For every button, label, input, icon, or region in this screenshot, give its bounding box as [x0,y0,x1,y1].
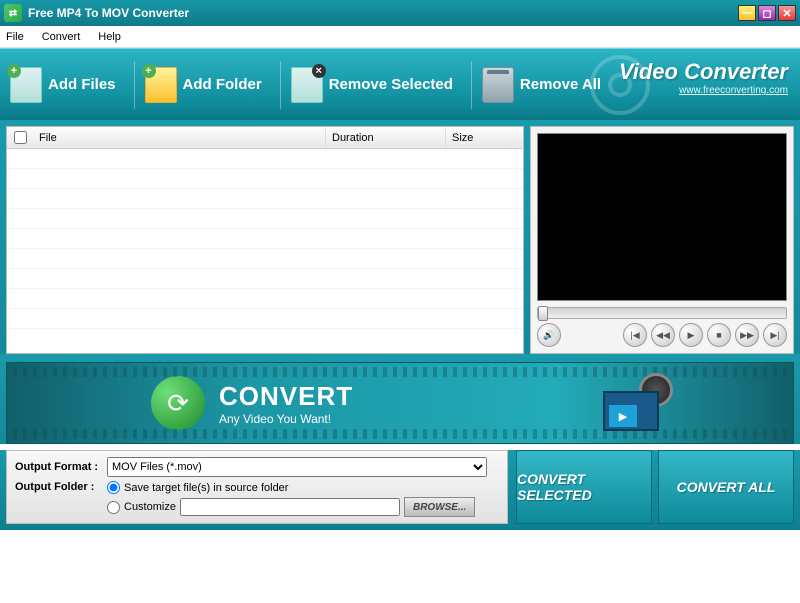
rewind-button[interactable]: ◀◀ [651,323,675,347]
add-folder-icon [145,67,177,103]
file-list-panel: File Duration Size [6,126,524,354]
menu-file[interactable]: File [6,31,24,43]
menubar: File Convert Help [0,26,800,48]
column-file[interactable]: File [33,127,325,148]
banner-subtitle: Any Video You Want! [219,412,353,426]
titlebar: ⇄ Free MP4 To MOV Converter — ◻ ✕ [0,0,800,26]
browse-button[interactable]: BROWSE... [404,497,475,517]
clapper-icon: ▶ [603,373,673,431]
output-format-label: Output Format : [15,461,107,473]
add-folder-label: Add Folder [183,76,262,93]
add-files-label: Add Files [48,76,116,93]
add-files-button[interactable]: Add Files [10,61,116,109]
output-settings: Output Format : MOV Files (*.mov) Output… [6,450,508,524]
banner-title: CONVERT [219,381,353,412]
output-format-select[interactable]: MOV Files (*.mov) [107,457,487,477]
remove-selected-label: Remove Selected [329,76,453,93]
add-folder-button[interactable]: Add Folder [134,61,262,109]
remove-all-button[interactable]: Remove All [471,61,601,109]
next-button[interactable]: ▶| [763,323,787,347]
radio-customize-label: Customize [124,501,176,513]
menu-convert[interactable]: Convert [42,31,81,43]
trash-icon [482,67,514,103]
minimize-button[interactable]: — [738,5,756,21]
column-duration[interactable]: Duration [325,127,445,148]
select-all-checkbox[interactable] [14,131,27,144]
prev-button[interactable]: |◀ [623,323,647,347]
preview-panel: 🔊 |◀ ◀◀ ▶ ■ ▶▶ ▶| [530,126,794,354]
file-list-header: File Duration Size [7,127,523,149]
remove-selected-icon [291,67,323,103]
preview-screen [537,133,787,301]
convert-circle-icon: ⟳ [151,376,205,430]
promo-banner: ⟳ CONVERT Any Video You Want! ▶ [6,362,794,444]
maximize-button[interactable]: ◻ [758,5,776,21]
add-file-icon [10,67,42,103]
close-button[interactable]: ✕ [778,5,796,21]
brand-url[interactable]: www.freeconverting.com [619,85,788,96]
volume-button[interactable]: 🔊 [537,323,561,347]
app-logo-icon: ⇄ [4,4,22,22]
column-size[interactable]: Size [445,127,523,148]
window-title: Free MP4 To MOV Converter [28,6,738,20]
brand-area: Video Converter www.freeconverting.com [619,59,788,96]
brand-title: Video Converter [619,59,788,85]
radio-source-folder[interactable] [107,481,120,494]
convert-selected-button[interactable]: CONVERT SELECTED [516,450,652,524]
stop-button[interactable]: ■ [707,323,731,347]
seek-slider[interactable] [537,307,787,319]
file-list-body[interactable] [7,149,523,353]
play-button[interactable]: ▶ [679,323,703,347]
remove-all-label: Remove All [520,76,601,93]
forward-button[interactable]: ▶▶ [735,323,759,347]
menu-help[interactable]: Help [98,31,121,43]
output-folder-label: Output Folder : [15,481,107,493]
radio-source-label: Save target file(s) in source folder [124,482,288,494]
custom-folder-input[interactable] [180,498,400,516]
toolbar: Add Files Add Folder Remove Selected Rem… [0,48,800,120]
remove-selected-button[interactable]: Remove Selected [280,61,453,109]
convert-all-button[interactable]: CONVERT ALL [658,450,794,524]
radio-customize[interactable] [107,501,120,514]
